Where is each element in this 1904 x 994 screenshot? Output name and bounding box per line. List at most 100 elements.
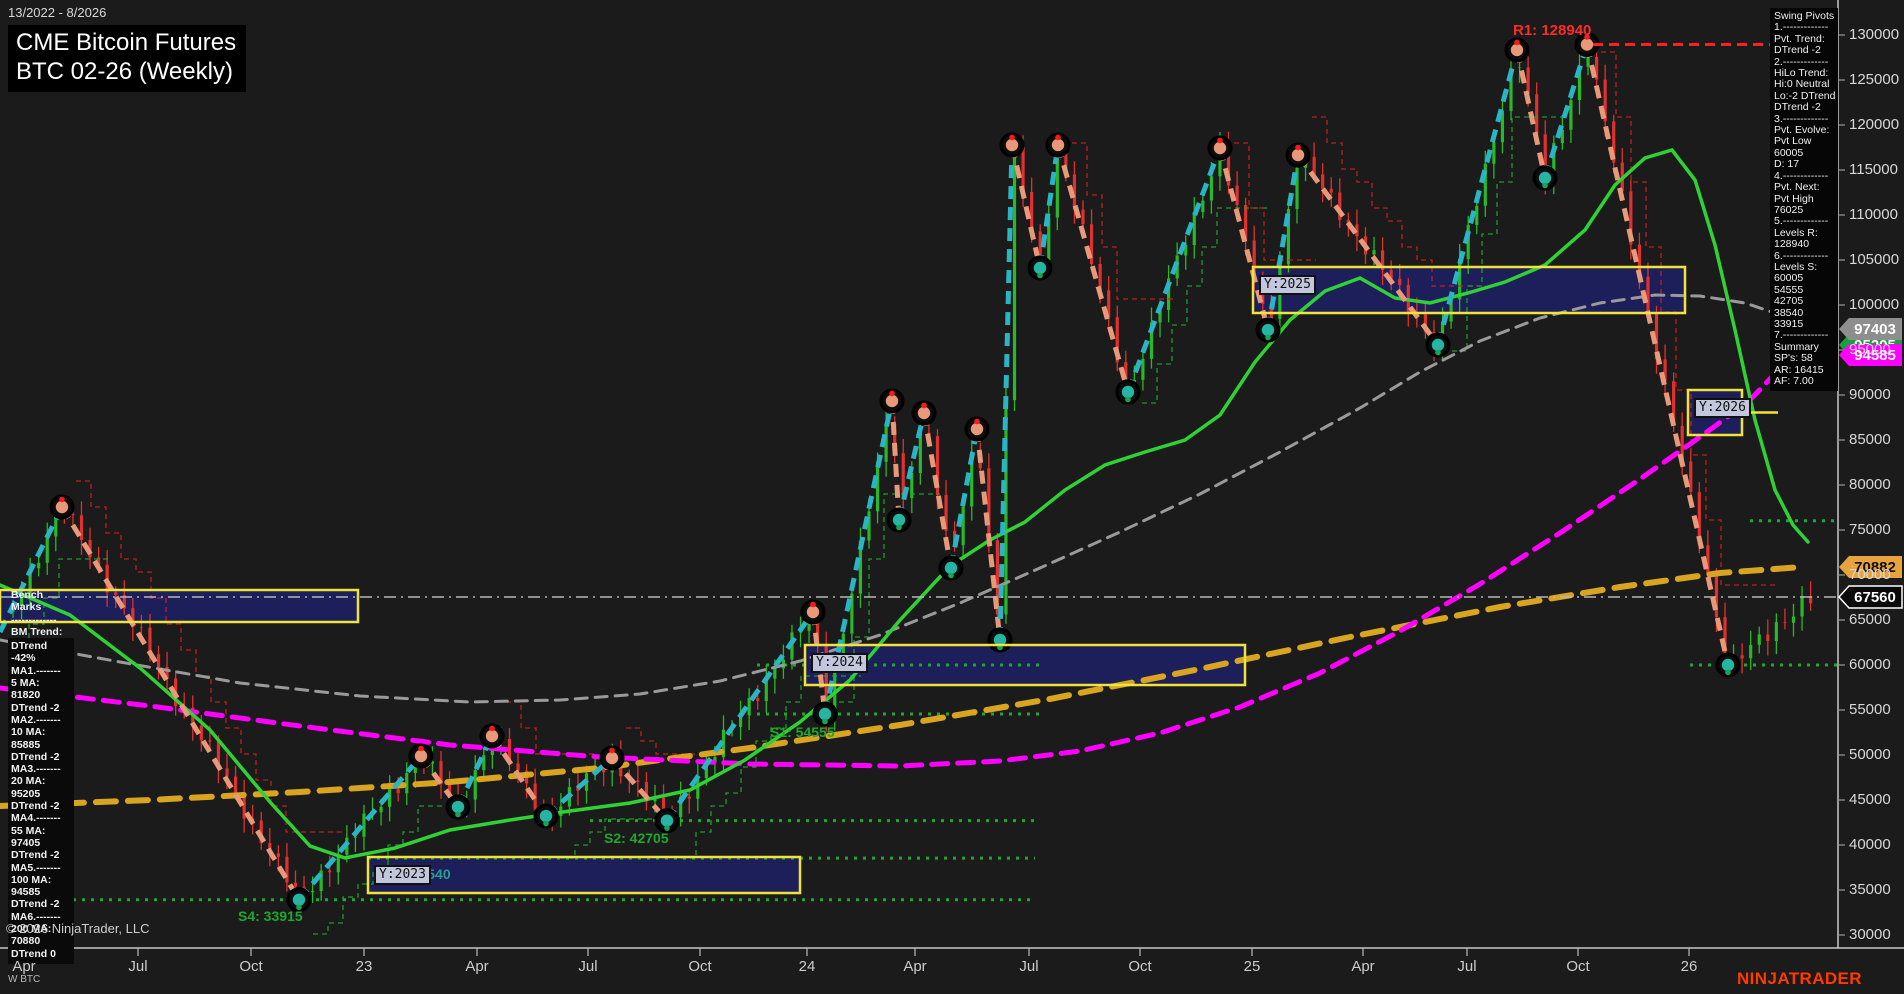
benchmarks-line: 97405	[11, 836, 41, 849]
swing-marker-core	[1580, 38, 1594, 51]
swing-zigzag-leg	[610, 756, 669, 823]
time-axis-label: Oct	[688, 958, 712, 975]
swing-marker-core	[1721, 658, 1735, 672]
swing-pivots-line: DTrend -2	[1774, 101, 1821, 114]
benchmarks-line: 10 MA:	[11, 726, 46, 739]
price-axis-label: 100000	[1849, 296, 1900, 313]
swing-marker-core	[970, 422, 984, 436]
benchmarks-line: 81820	[11, 689, 41, 702]
price-axis-label: 85000	[1849, 431, 1891, 448]
benchmarks-line: Bench Marks	[11, 589, 44, 614]
benchmarks-line: 85885	[11, 738, 41, 751]
year-range-label: Y:2025	[1259, 275, 1316, 295]
price-axis-label: 120000	[1849, 116, 1900, 133]
time-axis-label: Oct	[1566, 958, 1590, 975]
swing-marker-dot	[1514, 39, 1520, 46]
trailing-stop-steps	[1072, 142, 1176, 300]
instrument-tag: W BTC	[8, 974, 41, 985]
benchmarks-line: DTrend -2	[11, 849, 60, 862]
copyright-notice: © 2026 NinjaTrader, LLC	[6, 921, 150, 936]
ma-line-55-ma	[0, 293, 1804, 704]
time-axis-label: Apr	[1351, 958, 1375, 975]
swing-marker-dot	[609, 747, 615, 754]
swing-marker-core	[1213, 141, 1227, 155]
swing-pivots-panel: Swing Pivots 1.------------- Pvt. Trend: DT…	[1770, 8, 1838, 392]
time-axis-label: Apr	[465, 958, 489, 975]
resistance-r1-label: R1: 128940	[1513, 22, 1592, 39]
swing-marker-core	[1121, 385, 1135, 399]
swing-marker-core	[1431, 338, 1445, 352]
price-axis-label: 40000	[1849, 836, 1891, 853]
time-axis-label: 24	[798, 958, 816, 975]
swing-marker-dot	[1037, 272, 1043, 279]
swing-marker-core	[1538, 171, 1552, 185]
swing-marker-core	[55, 500, 69, 514]
swing-pivots-line: AF: 7.00	[1774, 375, 1814, 387]
price-axis-label: 130000	[1849, 26, 1900, 43]
time-axis-label: Jul	[578, 958, 598, 975]
price-axis-label: 90000	[1849, 386, 1891, 403]
ninjatrader-logo: NINJATRADER	[1737, 969, 1862, 988]
price-axis-label: 30000	[1849, 926, 1891, 943]
benchmarks-line: MA2.-------	[11, 713, 61, 726]
benchmarks-line: 95205	[11, 787, 41, 800]
swing-marker-core	[944, 561, 958, 575]
time-axis-label: 26	[1680, 958, 1698, 975]
benchmarks-line: MA5.-------	[11, 861, 61, 874]
swing-marker-core	[1261, 323, 1275, 337]
swing-marker-dot	[1542, 182, 1548, 189]
price-axis-label: 75000	[1849, 521, 1891, 538]
trailing-stop-steps	[626, 727, 715, 755]
benchmarks-line: BM Trend:	[11, 625, 63, 638]
trailing-stop-steps	[76, 480, 347, 833]
swing-zigzag-leg	[1542, 43, 1590, 179]
ma-line-100-ma	[0, 353, 1795, 769]
time-axis-label: 25	[1243, 958, 1261, 975]
swing-marker-core	[892, 513, 906, 527]
swing-marker-dot	[921, 402, 927, 409]
time-axis-label: Oct	[1128, 958, 1152, 975]
swing-marker-dot	[1435, 349, 1441, 356]
chart-title-line2: BTC 02-26 (Weekly)	[16, 58, 233, 85]
support-level-label: S1: 54555	[770, 724, 835, 740]
chart-window: 9520597403945857088267560 13/2022 - 8/20…	[0, 0, 1904, 994]
swing-marker-core	[414, 749, 428, 763]
ma-line-20-ma	[0, 147, 1810, 860]
price-axis-label: 95000	[1849, 341, 1891, 358]
swing-marker-dot	[974, 418, 980, 425]
swing-marker-dot	[489, 725, 495, 732]
swing-marker-dot	[810, 601, 816, 608]
swing-marker-dot	[418, 745, 424, 752]
year-range-box-fill	[1253, 267, 1685, 313]
price-axis-label: 110000	[1849, 206, 1898, 223]
swing-marker-core	[451, 800, 465, 814]
benchmarks-line: MA4.-------	[11, 812, 61, 825]
benchmarks-line: 70880	[11, 935, 41, 948]
swing-zigzag-leg	[1125, 147, 1223, 393]
swing-marker-core	[539, 809, 553, 823]
year-range-label: Y:2024	[811, 653, 868, 673]
swing-marker-core	[1051, 138, 1065, 152]
price-axis-label: 35000	[1849, 881, 1891, 898]
price-axis-label: 60000	[1849, 656, 1891, 673]
benchmarks-line: DTrend -2	[11, 750, 60, 763]
price-axis-label: 45000	[1849, 791, 1891, 808]
swing-marker-core	[1005, 138, 1019, 152]
swing-marker-core	[885, 394, 899, 408]
chart-canvas[interactable]: 9520597403945857088267560	[0, 0, 1904, 994]
swing-marker-core	[292, 893, 306, 906]
swing-marker-dot	[1125, 396, 1131, 403]
price-axis-label: 105000	[1849, 251, 1900, 268]
price-tag-value: 97403	[1854, 321, 1896, 338]
swing-marker-dot	[1217, 137, 1223, 144]
benchmarks-line: DTrend -2	[11, 898, 60, 911]
swing-marker-core	[917, 406, 931, 420]
swing-pivots-line: SP's: 58	[1774, 352, 1813, 365]
swing-marker-core	[1510, 43, 1524, 57]
benchmarks-line: 100 MA:	[11, 873, 52, 886]
benchmarks-line: -------------	[11, 613, 57, 626]
price-axis-label: 50000	[1849, 746, 1891, 763]
trailing-stop-steps	[506, 701, 594, 755]
price-tag-value: 67560	[1854, 589, 1896, 606]
price-axis-label: 80000	[1849, 476, 1891, 493]
